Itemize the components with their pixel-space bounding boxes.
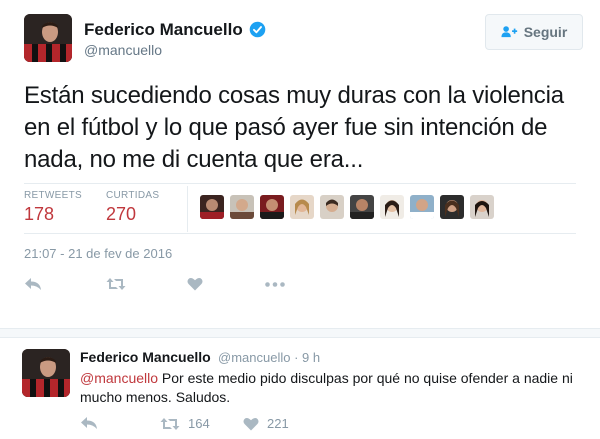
liker-avatar[interactable] — [380, 195, 404, 219]
like-count: 221 — [267, 416, 289, 431]
like-button[interactable] — [187, 277, 203, 291]
more-icon — [265, 282, 285, 287]
stats-separator — [187, 186, 188, 232]
liker-avatar[interactable] — [410, 195, 434, 219]
heart-icon — [243, 417, 259, 430]
retweets-stat[interactable]: RETWEETS 178 — [24, 190, 82, 225]
user-avatar[interactable] — [24, 14, 72, 62]
liker-avatar[interactable] — [350, 195, 374, 219]
liker-avatar[interactable] — [320, 195, 344, 219]
reply-button[interactable] — [24, 277, 42, 291]
reply-tweet-text: @mancuello Por este medio pido disculpas… — [80, 369, 590, 407]
tweet-text: Están sucediendo cosas muy duras con la … — [24, 82, 564, 173]
liker-avatar[interactable] — [230, 195, 254, 219]
tweet-timestamp[interactable]: 21:07 - 21 de fev de 2016 — [24, 246, 172, 261]
reply-tweet-like-button[interactable]: 221 — [243, 416, 289, 431]
retweet-icon — [160, 417, 180, 430]
reply-user-avatar[interactable] — [22, 349, 70, 397]
reply-tweet-retweet-button[interactable]: 164 — [160, 416, 210, 431]
likes-label: CURTIDAS — [106, 190, 160, 201]
more-button[interactable] — [265, 282, 285, 287]
retweet-count: 164 — [188, 416, 210, 431]
add-user-icon — [501, 26, 517, 38]
retweet-button[interactable] — [106, 277, 126, 291]
likes-stat[interactable]: CURTIDAS 270 — [106, 190, 159, 225]
tweet-separator — [0, 328, 600, 338]
liker-avatar[interactable] — [200, 195, 224, 219]
heart-icon — [187, 278, 203, 291]
follow-button[interactable]: Seguir — [485, 14, 583, 50]
likes-value: 270 — [106, 204, 137, 224]
reply-user-name[interactable]: Federico Mancuello — [80, 349, 211, 365]
reply-tweet-reply-button[interactable] — [80, 416, 98, 430]
follow-label: Seguir — [523, 24, 568, 40]
retweet-icon — [106, 278, 126, 290]
liker-avatar[interactable] — [470, 195, 494, 219]
reply-icon — [81, 417, 97, 429]
reply-meta[interactable]: @mancuello · 9 h — [218, 350, 320, 365]
liker-avatars — [200, 195, 494, 219]
retweets-label: RETWEETS — [24, 190, 82, 201]
user-name[interactable]: Federico Mancuello — [84, 20, 243, 40]
main-tweet: Federico Mancuello @mancuello Seguir Est… — [0, 0, 600, 328]
retweets-value: 178 — [24, 204, 55, 224]
user-handle[interactable]: @mancuello — [84, 42, 162, 58]
verified-badge-icon — [249, 21, 266, 38]
reply-icon — [25, 278, 41, 290]
liker-avatar[interactable] — [260, 195, 284, 219]
liker-avatar[interactable] — [440, 195, 464, 219]
divider — [24, 233, 576, 234]
divider — [24, 183, 576, 184]
mention-link[interactable]: @mancuello — [80, 370, 158, 386]
liker-avatar[interactable] — [290, 195, 314, 219]
